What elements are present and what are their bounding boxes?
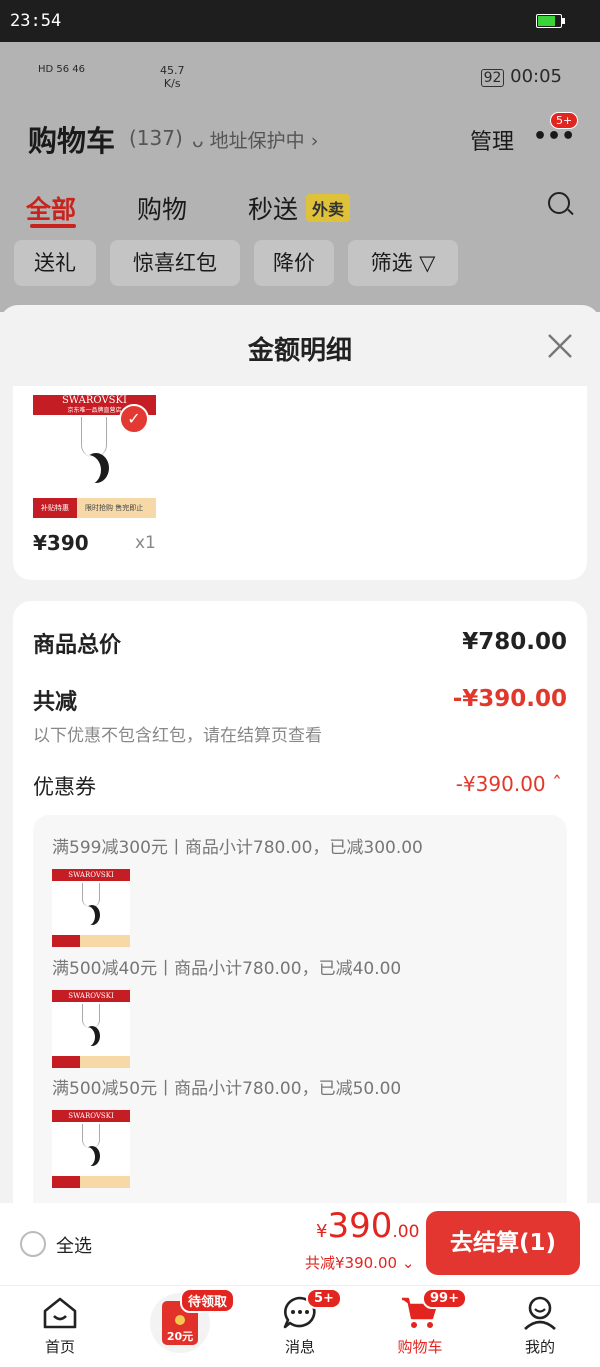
tab-active-indicator xyxy=(30,224,76,228)
network-indicator: HD 56 46 xyxy=(38,64,86,75)
discount-label: 共减 xyxy=(33,690,78,715)
cart-badge: 99+ xyxy=(422,1288,467,1309)
coupon-label: 优惠券 xyxy=(33,775,96,799)
coupon-row: 满599减300元丨商品小计780.00，已减300.00 xyxy=(52,838,423,858)
cart-count: (137) xyxy=(129,126,183,150)
tab-shopping[interactable]: 购物 xyxy=(137,190,187,226)
more-badge: 5+ xyxy=(550,112,579,129)
product-price: ¥390 xyxy=(33,531,89,555)
chip-filter[interactable]: 筛选 ▽ xyxy=(348,240,458,286)
goods-total-label: 商品总价 xyxy=(33,633,122,658)
chip-price-drop[interactable]: 降价 xyxy=(254,240,334,286)
battery-icon xyxy=(536,14,565,28)
tab-express[interactable]: 秒送 xyxy=(248,190,298,226)
chip-red-packet[interactable]: 惊喜红包 xyxy=(110,240,240,286)
select-all-label[interactable]: 全选 xyxy=(56,1232,92,1258)
coupon-row: 满500减40元丨商品小计780.00，已减40.00 xyxy=(52,959,402,979)
network-speed: 45.7 K/s xyxy=(160,64,185,90)
saved-amount-toggle[interactable]: 共减¥390.00 ⌄ xyxy=(305,1252,414,1273)
tab-home-label: 首页 xyxy=(44,1338,75,1356)
smile-icon: ᴗ xyxy=(192,130,204,152)
chevron-up-icon: ˆ xyxy=(552,772,562,796)
discount-note: 以下优惠不包含红包，请在结算页查看 xyxy=(33,726,322,746)
background-cart-page: HD 56 46 45.7 K/s 92 00:05 购物车 (137) ᴗ 地… xyxy=(0,42,600,312)
tab-cart-label: 购物车 xyxy=(397,1338,443,1356)
system-time: 23:54 xyxy=(10,11,62,31)
messages-badge: 5+ xyxy=(306,1288,342,1309)
coupon-product-image: SWAROVSKI xyxy=(52,990,130,1068)
close-icon[interactable] xyxy=(546,332,574,360)
profile-icon xyxy=(524,1296,556,1330)
phone-status-row: HD 56 46 45.7 K/s 92 00:05 xyxy=(0,42,600,102)
phone-clock: 00:05 xyxy=(510,66,562,87)
tab-messages-label: 消息 xyxy=(284,1338,315,1356)
goods-total-value: ¥780.00 xyxy=(462,629,567,655)
coupon-product-image: SWAROVSKI xyxy=(52,1110,130,1188)
home-icon xyxy=(43,1297,77,1329)
chevron-down-icon: ⌄ xyxy=(401,1254,415,1272)
tab-all[interactable]: 全部 xyxy=(26,190,76,226)
waimai-badge: 外卖 xyxy=(306,194,351,222)
search-icon[interactable] xyxy=(548,192,570,214)
filter-icon: ▽ xyxy=(419,251,436,275)
total-amount: ¥390.00 xyxy=(316,1206,420,1246)
manage-button[interactable]: 管理 xyxy=(470,124,514,156)
sheet-title: 金额明细 xyxy=(247,336,352,366)
coupon-product-image: SWAROVSKI xyxy=(52,869,130,947)
checkout-button[interactable]: 去结算(1) xyxy=(426,1211,580,1275)
phone-status-right: 92 00:05 xyxy=(480,66,562,87)
coupon-toggle[interactable]: -¥390.00 ˆ xyxy=(456,772,562,796)
tab-me-label: 我的 xyxy=(524,1338,555,1356)
coupon-pending-badge: 待领取 xyxy=(180,1288,236,1313)
product-quantity: x1 xyxy=(135,533,156,553)
checked-icon[interactable]: ✓ xyxy=(119,404,149,434)
discount-value: -¥390.00 xyxy=(452,686,567,712)
battery-level: 92 xyxy=(480,69,505,87)
address-protect-link[interactable]: ᴗ 地址保护中 › xyxy=(192,126,318,153)
system-status-bar: 23:54 xyxy=(0,0,600,42)
select-all-radio[interactable] xyxy=(20,1231,46,1257)
chevron-right-icon: › xyxy=(310,130,319,152)
chip-gift[interactable]: 送礼 xyxy=(14,240,96,286)
page-title: 购物车 xyxy=(28,124,116,158)
coupon-row: 满500减50元丨商品小计780.00，已减50.00 xyxy=(52,1079,402,1099)
